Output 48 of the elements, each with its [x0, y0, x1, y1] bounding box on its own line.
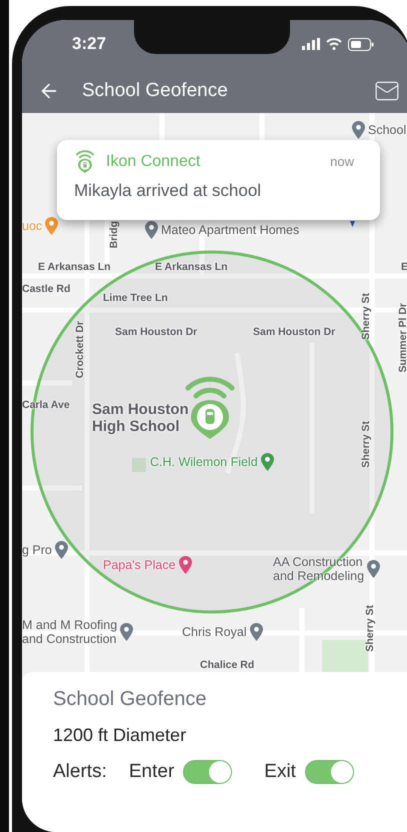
- street-label: Chalice Rd: [200, 659, 254, 672]
- street-label: Crockett Dr: [74, 321, 86, 378]
- toggle-label: Enter: [128, 761, 174, 783]
- wifi-icon: [326, 38, 342, 50]
- place-label: uoc: [22, 218, 42, 234]
- toggle-switch[interactable]: [183, 760, 232, 784]
- place-label: M and M Roofing and Construction: [22, 618, 118, 647]
- screen-title: School Geofence: [82, 80, 229, 102]
- map-pin-icon: [260, 453, 274, 471]
- street-label: Sam Houston Dr: [253, 326, 336, 338]
- toggle-switch[interactable]: [304, 760, 354, 784]
- notification-time: now: [330, 154, 355, 170]
- map-pin-icon: [54, 541, 68, 559]
- place-label: Papa's Place: [103, 558, 176, 572]
- street-label: Sherry St: [360, 421, 372, 468]
- notification-card[interactable]: Ikon Connect now Mikayla arrived at school: [57, 140, 380, 220]
- notification-message: Mikayla arrived at school: [74, 181, 262, 202]
- map-pin-icon: [120, 623, 134, 642]
- alerts-label: Alerts:: [53, 761, 107, 783]
- toggle-label: Exit: [264, 761, 296, 783]
- map-pin-icon: [352, 121, 365, 139]
- battery-icon: [348, 38, 374, 50]
- street-label: Summer Pl Dr: [397, 303, 407, 372]
- geofence-name: School Geofence: [53, 688, 208, 711]
- place-label: g Pro: [22, 542, 52, 558]
- street-label: Castle Rd: [22, 283, 70, 296]
- map-pin-icon: [178, 556, 192, 574]
- street-label: Bridg: [108, 221, 120, 248]
- geofence-diameter: 1200 ft Diameter: [53, 725, 188, 746]
- place-label: Mateo Apartment Homes: [161, 222, 300, 238]
- map-pin-icon: [45, 217, 58, 235]
- landmark-label: Sam Houston High School: [92, 401, 189, 436]
- place-label: School: [368, 122, 406, 138]
- place-label: C.H. Wilemon Field: [150, 454, 258, 470]
- street-label: Sam Houston Dr: [115, 326, 198, 338]
- app-name: Ikon Connect: [106, 152, 202, 171]
- place-label: Chris Royal: [182, 624, 247, 640]
- street-label: E Arkansas Ln: [38, 261, 111, 274]
- street-label: Lime Tree Ln: [103, 292, 168, 304]
- street-label: Sherry St: [360, 293, 372, 340]
- street-label: E Arkansas Ln: [155, 261, 228, 274]
- map-pin-icon: [145, 221, 158, 239]
- map-pin-icon: [367, 560, 380, 578]
- status-time: 3:27: [72, 34, 106, 54]
- app-logo-icon: [74, 150, 96, 174]
- map-pin-icon: [250, 623, 263, 641]
- street-label: Sherry St: [364, 605, 376, 652]
- signal-icon: [302, 38, 320, 50]
